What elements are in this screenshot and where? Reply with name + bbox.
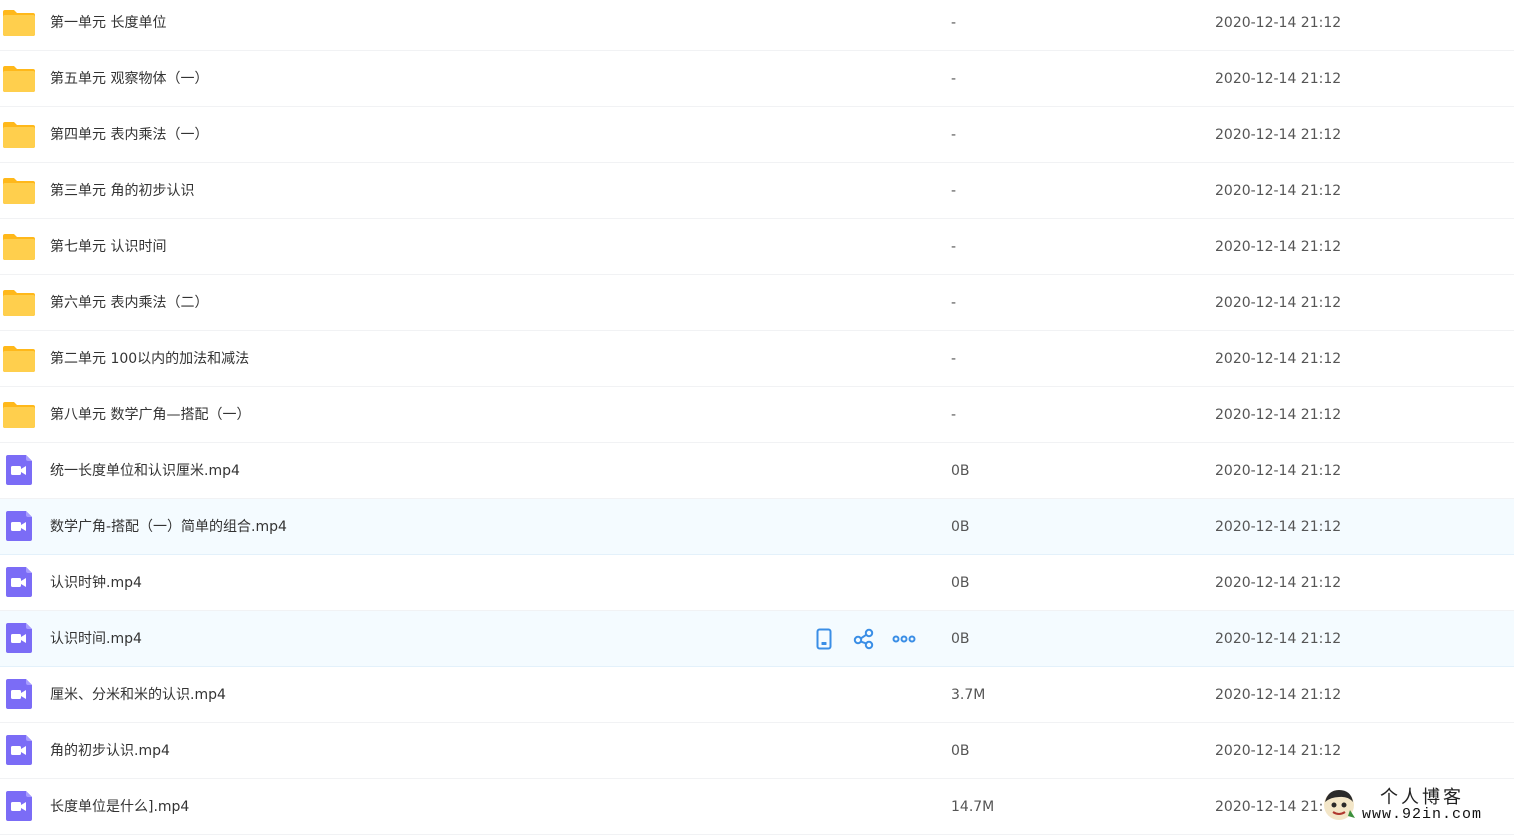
- file-date: 2020-12-14 21:12: [1215, 239, 1342, 255]
- file-name[interactable]: 第五单元 观察物体（一）: [50, 69, 208, 89]
- file-name[interactable]: 长度单位是什么].mp4: [50, 797, 189, 817]
- file-name[interactable]: 第三单元 角的初步认识: [50, 181, 194, 201]
- watermark-title: 个人博客: [1380, 787, 1464, 808]
- more-icon[interactable]: [892, 627, 916, 651]
- file-row[interactable]: 第三单元 角的初步认识 - 2020-12-14 21:12: [0, 163, 1514, 219]
- file-list: 第一单元 长度单位 - 2020-12-14 21:12 第五单元 观察物体（一…: [0, 0, 1514, 835]
- video-file-icon: [2, 455, 36, 485]
- file-date: 2020-12-14 21:12: [1215, 631, 1342, 647]
- folder-icon: [2, 399, 36, 429]
- file-size: 0B: [951, 743, 970, 759]
- file-size: 0B: [951, 575, 970, 591]
- file-date: 2020-12-14 21:12: [1215, 407, 1342, 423]
- file-row[interactable]: 第二单元 100以内的加法和减法 - 2020-12-14 21:12: [0, 331, 1514, 387]
- phone-icon[interactable]: [812, 627, 836, 651]
- file-date: 2020-12-14 21:12: [1215, 351, 1342, 367]
- video-file-icon: [2, 679, 36, 709]
- file-name[interactable]: 第一单元 长度单位: [50, 13, 166, 33]
- folder-icon: [2, 231, 36, 261]
- file-date: 2020-12-14 21:12: [1215, 71, 1342, 87]
- file-name[interactable]: 认识时间.mp4: [50, 629, 142, 649]
- folder-icon: [2, 175, 36, 205]
- row-actions: [812, 627, 916, 651]
- file-date: 2020-12-14 21:12: [1215, 463, 1342, 479]
- file-row[interactable]: 第六单元 表内乘法（二） - 2020-12-14 21:12: [0, 275, 1514, 331]
- video-file-icon: [2, 511, 36, 541]
- video-file-icon: [2, 567, 36, 597]
- file-row[interactable]: 角的初步认识.mp4 0B 2020-12-14 21:12: [0, 723, 1514, 779]
- file-row[interactable]: 第四单元 表内乘法（一） - 2020-12-14 21:12: [0, 107, 1514, 163]
- file-date: 2020-12-14 21:12: [1215, 743, 1342, 759]
- file-row[interactable]: 第八单元 数学广角—搭配（一） - 2020-12-14 21:12: [0, 387, 1514, 443]
- file-size: -: [951, 295, 957, 311]
- file-size: -: [951, 239, 957, 255]
- video-file-icon: [2, 623, 36, 653]
- video-file-icon: [2, 735, 36, 765]
- file-row[interactable]: 统一长度单位和认识厘米.mp4 0B 2020-12-14 21:12: [0, 443, 1514, 499]
- folder-icon: [2, 343, 36, 373]
- file-date: 2020-12-14 21:12: [1215, 519, 1342, 535]
- video-file-icon: [2, 791, 36, 821]
- file-size: 0B: [951, 519, 970, 535]
- file-date: 2020-12-14 21:12: [1215, 183, 1342, 199]
- file-date: 2020-12-14 21:12: [1215, 575, 1342, 591]
- file-name[interactable]: 第二单元 100以内的加法和减法: [50, 349, 249, 369]
- file-name[interactable]: 第七单元 认识时间: [50, 237, 166, 257]
- file-size: -: [951, 183, 957, 199]
- file-date: 2020-12-14 21:12: [1215, 15, 1342, 31]
- folder-icon: [2, 287, 36, 317]
- file-size: 14.7M: [951, 799, 995, 815]
- file-size: 0B: [951, 463, 970, 479]
- file-name[interactable]: 统一长度单位和认识厘米.mp4: [50, 461, 240, 481]
- file-name[interactable]: 认识时钟.mp4: [50, 573, 142, 593]
- file-name[interactable]: 角的初步认识.mp4: [50, 741, 170, 761]
- file-size: -: [951, 71, 957, 87]
- file-size: -: [951, 407, 957, 423]
- folder-icon: [2, 119, 36, 149]
- file-size: 0B: [951, 631, 970, 647]
- file-row[interactable]: 数学广角-搭配（一）简单的组合.mp4 0B 2020-12-14 21:12: [0, 499, 1514, 555]
- file-size: -: [951, 127, 957, 143]
- file-name[interactable]: 数学广角-搭配（一）简单的组合.mp4: [50, 517, 287, 537]
- file-row[interactable]: 第五单元 观察物体（一） - 2020-12-14 21:12: [0, 51, 1514, 107]
- file-date: 2020-12-14 21:12: [1215, 687, 1342, 703]
- file-size: 3.7M: [951, 687, 986, 703]
- folder-icon: [2, 7, 36, 37]
- folder-icon: [2, 63, 36, 93]
- file-date: 2020-12-14 21:: [1215, 799, 1324, 815]
- file-row[interactable]: 认识时间.mp4 0B 2020-12-14 21:12: [0, 611, 1514, 667]
- file-name[interactable]: 第八单元 数学广角—搭配（一）: [50, 405, 250, 425]
- file-row[interactable]: 第七单元 认识时间 - 2020-12-14 21:12: [0, 219, 1514, 275]
- file-date: 2020-12-14 21:12: [1215, 295, 1342, 311]
- file-row[interactable]: 长度单位是什么].mp4 14.7M 2020-12-14 21:: [0, 779, 1514, 835]
- file-name[interactable]: 厘米、分米和米的认识.mp4: [50, 685, 226, 705]
- file-size: -: [951, 351, 957, 367]
- file-size: -: [951, 15, 957, 31]
- watermark-url: www.92in.com: [1362, 806, 1483, 823]
- cartoon-avatar-icon: [1322, 788, 1356, 822]
- watermark: 个人博客 www.92in.com: [1320, 786, 1510, 826]
- file-row[interactable]: 厘米、分米和米的认识.mp4 3.7M 2020-12-14 21:12: [0, 667, 1514, 723]
- share-icon[interactable]: [852, 627, 876, 651]
- file-date: 2020-12-14 21:12: [1215, 127, 1342, 143]
- file-row[interactable]: 认识时钟.mp4 0B 2020-12-14 21:12: [0, 555, 1514, 611]
- file-name[interactable]: 第四单元 表内乘法（一）: [50, 125, 208, 145]
- file-name[interactable]: 第六单元 表内乘法（二）: [50, 293, 208, 313]
- file-row[interactable]: 第一单元 长度单位 - 2020-12-14 21:12: [0, 0, 1514, 51]
